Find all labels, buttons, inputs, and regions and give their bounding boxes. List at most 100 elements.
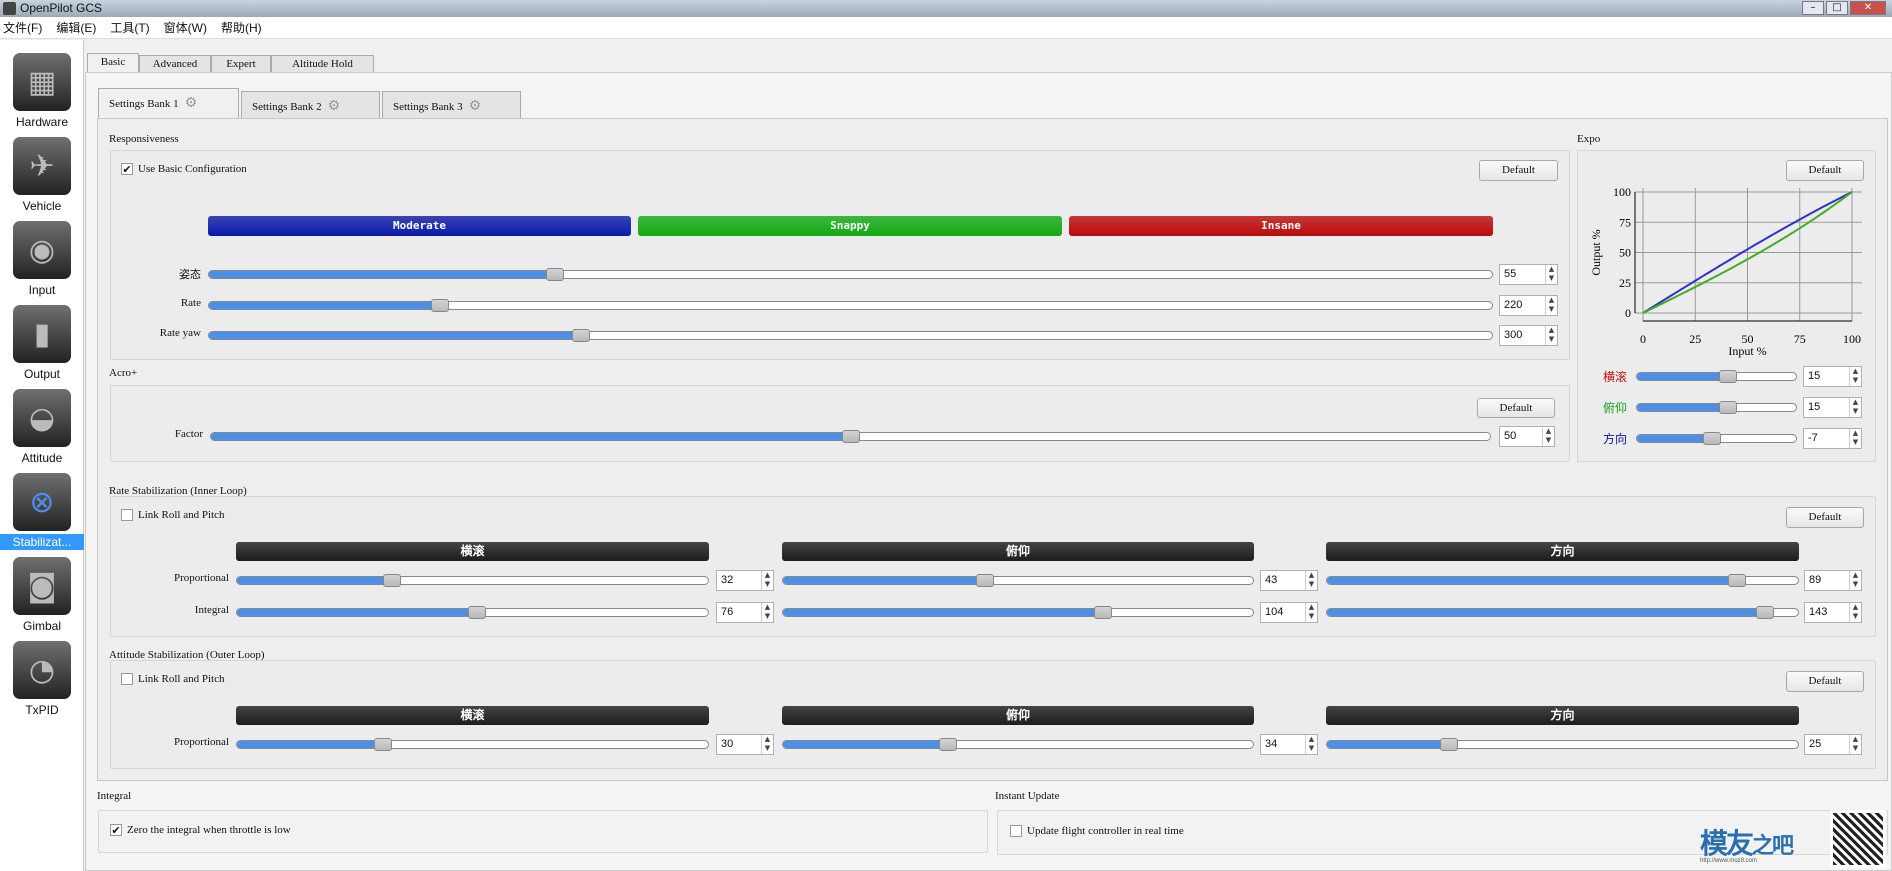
spin-arrows-icon[interactable]: ▲ ▼	[761, 603, 773, 622]
preset-snappy-button[interactable]: Snappy	[638, 216, 1062, 236]
checkbox-box[interactable]: ✔	[121, 163, 133, 175]
checkbox-box[interactable]	[1010, 825, 1022, 837]
sidebar-item-input[interactable]: ◉ Input	[0, 221, 84, 298]
responsiveness-slider[interactable]	[208, 268, 1493, 281]
acro-factor-slider[interactable]	[210, 430, 1491, 443]
pid-spinbox[interactable]: 76 ▲ ▼	[716, 602, 774, 623]
pid-slider[interactable]	[782, 574, 1254, 587]
spin-arrows-icon[interactable]: ▲ ▼	[1545, 296, 1557, 315]
slider-handle[interactable]	[383, 574, 402, 587]
slider-handle[interactable]	[572, 329, 591, 342]
tab-advanced[interactable]: Advanced	[139, 55, 211, 72]
slider-handle[interactable]	[1718, 401, 1737, 414]
acro-factor-spinbox[interactable]: 50 ▲ ▼	[1499, 426, 1555, 447]
pid-slider[interactable]	[1326, 606, 1799, 619]
menu-item[interactable]: 工具(T)	[110, 17, 149, 38]
sidebar-item-stabilizat[interactable]: ⊗ Stabilizat...	[0, 473, 84, 550]
slider-handle[interactable]	[976, 574, 995, 587]
pid-slider[interactable]	[236, 738, 709, 751]
spin-arrows-icon[interactable]: ▲ ▼	[1849, 398, 1861, 417]
att_stab-default-button[interactable]: Default	[1786, 671, 1864, 692]
pid-spinbox[interactable]: 34 ▲ ▼	[1260, 734, 1318, 755]
spin-arrows-icon[interactable]: ▲ ▼	[1545, 326, 1557, 345]
rate_stab-default-button[interactable]: Default	[1786, 507, 1864, 528]
pid-spinbox[interactable]: 32 ▲ ▼	[716, 570, 774, 591]
slider-handle[interactable]	[938, 738, 957, 751]
responsiveness-default-button[interactable]: Default	[1479, 160, 1558, 181]
checkbox-box[interactable]	[121, 509, 133, 521]
slider-handle[interactable]	[1718, 370, 1737, 383]
preset-insane-button[interactable]: Insane	[1069, 216, 1493, 236]
gear-icon[interactable]: ⚙	[185, 95, 198, 111]
gear-icon[interactable]: ⚙	[328, 98, 341, 114]
spin-arrows-icon[interactable]: ▲ ▼	[1542, 427, 1554, 446]
pid-spinbox[interactable]: 25 ▲ ▼	[1804, 734, 1862, 755]
spin-arrows-icon[interactable]: ▲ ▼	[1849, 367, 1861, 386]
slider-handle[interactable]	[546, 268, 565, 281]
menu-item[interactable]: 编辑(E)	[56, 17, 96, 38]
spin-arrows-icon[interactable]: ▲ ▼	[1849, 429, 1861, 448]
checkbox-box[interactable]: ✔	[110, 824, 122, 836]
maximize-button[interactable]: □	[1826, 1, 1848, 15]
tab-settings-bank-2[interactable]: Settings Bank 2 ⚙	[241, 91, 380, 119]
sidebar-item-gimbal[interactable]: ◙ Gimbal	[0, 557, 84, 634]
sidebar-item-output[interactable]: ▮ Output	[0, 305, 84, 382]
responsiveness-slider[interactable]	[208, 329, 1493, 342]
zero-integral-checkbox[interactable]: ✔ Zero the integral when throttle is low	[110, 824, 291, 836]
link-roll-pitch-checkbox[interactable]: Link Roll and Pitch	[121, 673, 224, 685]
sidebar-item-hardware[interactable]: ▦ Hardware	[0, 53, 84, 130]
close-button[interactable]: ✕	[1850, 1, 1886, 15]
spin-arrows-icon[interactable]: ▲ ▼	[761, 571, 773, 590]
responsiveness-spinbox[interactable]: 220 ▲ ▼	[1499, 295, 1558, 316]
spin-arrows-icon[interactable]: ▲ ▼	[1305, 735, 1317, 754]
slider-handle[interactable]	[1702, 432, 1721, 445]
expo-default-button[interactable]: Default	[1786, 160, 1864, 181]
spin-arrows-icon[interactable]: ▲ ▼	[1849, 735, 1861, 754]
preset-moderate-button[interactable]: Moderate	[208, 216, 631, 236]
expo-slider[interactable]	[1636, 432, 1797, 445]
pid-slider[interactable]	[236, 606, 709, 619]
spin-arrows-icon[interactable]: ▲ ▼	[1849, 603, 1861, 622]
spin-arrows-icon[interactable]: ▲ ▼	[1305, 571, 1317, 590]
spin-arrows-icon[interactable]: ▲ ▼	[1305, 603, 1317, 622]
pid-slider[interactable]	[236, 574, 709, 587]
tab-expert[interactable]: Expert	[211, 55, 271, 72]
expo-spinbox[interactable]: 15 ▲ ▼	[1803, 366, 1862, 387]
sidebar-item-vehicle[interactable]: ✈ Vehicle	[0, 137, 84, 214]
pid-slider[interactable]	[1326, 738, 1799, 751]
spin-arrows-icon[interactable]: ▲ ▼	[1545, 265, 1557, 284]
expo-spinbox[interactable]: -7 ▲ ▼	[1803, 428, 1862, 449]
pid-slider[interactable]	[782, 738, 1254, 751]
sidebar-item-attitude[interactable]: ◒ Attitude	[0, 389, 84, 466]
pid-spinbox[interactable]: 104 ▲ ▼	[1260, 602, 1318, 623]
slider-handle[interactable]	[1756, 606, 1775, 619]
slider-handle[interactable]	[841, 430, 860, 443]
pid-spinbox[interactable]: 30 ▲ ▼	[716, 734, 774, 755]
pid-slider[interactable]	[782, 606, 1254, 619]
tab-altitude-hold[interactable]: Altitude Hold	[271, 55, 374, 72]
slider-handle[interactable]	[1727, 574, 1746, 587]
tab-basic[interactable]: Basic	[87, 53, 139, 72]
minimize-button[interactable]: –	[1802, 1, 1824, 15]
tab-settings-bank-3[interactable]: Settings Bank 3 ⚙	[382, 91, 521, 119]
use-basic-configuration-checkbox[interactable]: ✔ Use Basic Configuration	[121, 163, 247, 175]
responsiveness-spinbox[interactable]: 300 ▲ ▼	[1499, 325, 1558, 346]
spin-arrows-icon[interactable]: ▲ ▼	[761, 735, 773, 754]
menu-item[interactable]: 帮助(H)	[221, 17, 262, 38]
sidebar-item-txpid[interactable]: ◔ TxPID	[0, 641, 84, 718]
pid-spinbox[interactable]: 143 ▲ ▼	[1804, 602, 1862, 623]
slider-handle[interactable]	[374, 738, 392, 751]
slider-handle[interactable]	[430, 299, 449, 312]
link-roll-pitch-checkbox[interactable]: Link Roll and Pitch	[121, 509, 224, 521]
menu-item[interactable]: 文件(F)	[3, 17, 42, 38]
update-realtime-checkbox[interactable]: Update flight controller in real time	[1010, 825, 1184, 837]
spin-arrows-icon[interactable]: ▲ ▼	[1849, 571, 1861, 590]
responsiveness-slider[interactable]	[208, 299, 1493, 312]
pid-spinbox[interactable]: 43 ▲ ▼	[1260, 570, 1318, 591]
pid-slider[interactable]	[1326, 574, 1799, 587]
acro-default-button[interactable]: Default	[1477, 398, 1555, 418]
pid-spinbox[interactable]: 89 ▲ ▼	[1804, 570, 1862, 591]
expo-spinbox[interactable]: 15 ▲ ▼	[1803, 397, 1862, 418]
checkbox-box[interactable]	[121, 673, 133, 685]
expo-slider[interactable]	[1636, 370, 1797, 383]
